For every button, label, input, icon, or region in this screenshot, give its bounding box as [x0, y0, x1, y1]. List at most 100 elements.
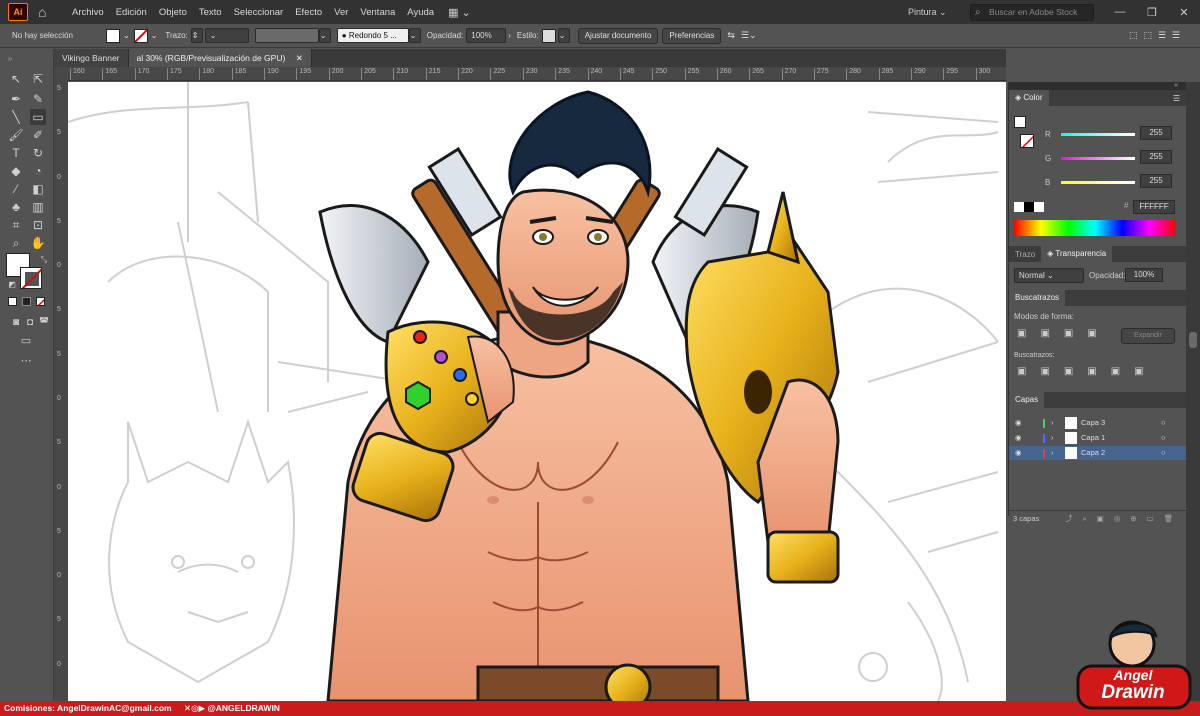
arrange-documents-icon[interactable]: ▦ ⌄ [448, 6, 471, 19]
stroke-weight-input[interactable]: ⌄ [204, 28, 249, 43]
target-circle-icon[interactable]: ○ [1161, 446, 1166, 460]
expand-arrow-icon[interactable]: › [1051, 446, 1054, 460]
gradient-mode-icon[interactable] [22, 297, 31, 306]
home-icon[interactable]: ⌂ [38, 4, 54, 20]
type-tool-icon[interactable]: T [8, 145, 24, 161]
b-value[interactable]: 255 [1140, 174, 1172, 188]
fill-swatch[interactable] [106, 28, 120, 43]
panel-collapse-icon[interactable]: « [1009, 82, 1186, 90]
tab-transparencia[interactable]: ◈ Transparencia [1041, 246, 1113, 262]
screen-mode-icon[interactable]: ▭ [18, 333, 34, 349]
layer-action-icons[interactable]: ⤴⌕▣◎⊕▭🗑 [1065, 511, 1183, 526]
rotate-tool-icon[interactable]: ↻ [30, 145, 46, 161]
selection-tool-icon[interactable]: ↖ [8, 71, 24, 87]
target-circle-icon[interactable]: ○ [1161, 431, 1166, 445]
align-icons[interactable]: ⬚⬚☰☰ [1129, 30, 1186, 41]
r-value[interactable]: 255 [1140, 126, 1172, 140]
layer-name[interactable]: Capa 1 [1081, 431, 1105, 445]
draw-inside-icon[interactable]: ◚ [36, 315, 52, 331]
artboard-canvas[interactable] [68, 82, 1006, 701]
stroke-color-icon[interactable] [20, 267, 42, 289]
slice-tool-icon[interactable]: ⊡ [30, 217, 46, 233]
expand-arrow-icon[interactable]: › [1051, 431, 1054, 445]
layer-name[interactable]: Capa 3 [1081, 416, 1105, 430]
variable-width-profile[interactable] [254, 28, 319, 43]
document-setup-button[interactable]: Ajustar documento [577, 27, 659, 44]
shaper-tool-icon[interactable]: ✐ [30, 127, 46, 143]
color-spectrum[interactable] [1014, 220, 1176, 236]
graphic-style-swatch[interactable] [541, 28, 556, 43]
paintbrush-tool-icon[interactable]: 🖌 [8, 127, 24, 143]
preferences-button[interactable]: Preferencias [662, 27, 722, 44]
more-options-icon[interactable]: ☰⌄ [741, 30, 757, 41]
swap-fill-stroke-icon[interactable]: ⤡ [36, 252, 52, 268]
tab-vikingo-banner[interactable]: Vikingo Banner [54, 49, 129, 67]
pathfinder-buttons[interactable]: ▣▣▣▣▣▣ [1017, 366, 1158, 377]
none-mode-icon[interactable] [36, 297, 45, 306]
color-tab[interactable]: ◈ Color [1009, 90, 1049, 106]
visibility-eye-icon[interactable]: ◉ [1015, 431, 1022, 445]
symbol-sprayer-tool-icon[interactable]: ♣ [8, 199, 24, 215]
expand-button[interactable]: Expandir [1121, 328, 1175, 344]
pen-tool-icon[interactable]: ✒ [8, 91, 24, 107]
curvature-tool-icon[interactable]: ✎ [30, 91, 46, 107]
minimize-icon[interactable]: — [1104, 6, 1136, 18]
menu-objeto[interactable]: Objeto [153, 7, 193, 18]
eyedropper-tool-icon[interactable]: ⁄ [8, 181, 24, 197]
shape-builder-tool-icon[interactable]: ◔ [30, 163, 46, 179]
color-swatches-mini[interactable] [1014, 202, 1044, 212]
restore-icon[interactable]: ❐ [1136, 6, 1168, 19]
close-icon[interactable]: ✕ [1168, 6, 1200, 19]
layer-row[interactable]: ◉ › Capa 3 ○ [1009, 416, 1186, 430]
blend-mode-select[interactable]: Normal ⌄ [1014, 268, 1084, 283]
menu-ventana[interactable]: Ventana [354, 7, 401, 18]
search-input[interactable]: ⌕ Buscar en Adobe Stock [970, 3, 1094, 21]
ruler-corner[interactable] [54, 67, 68, 81]
expand-arrow-icon[interactable]: › [1051, 416, 1054, 430]
r-slider[interactable] [1061, 133, 1135, 136]
layer-row[interactable]: ◉ › Capa 1 ○ [1009, 431, 1186, 445]
close-tab-icon[interactable]: ✕ [296, 53, 303, 63]
horizontal-ruler[interactable]: 160 165 170 175 180 185 190 195 200 205 210 215 220 2… [68, 67, 1006, 81]
tab-active-document[interactable]: al 30% (RGB/Previsualización de GPU) ✕ [128, 49, 312, 67]
direct-selection-tool-icon[interactable]: ⇱ [30, 71, 46, 87]
layer-name[interactable]: Capa 2 [1081, 446, 1105, 460]
visibility-eye-icon[interactable]: ◉ [1015, 446, 1022, 460]
target-circle-icon[interactable]: ○ [1161, 416, 1166, 430]
g-value[interactable]: 255 [1140, 150, 1172, 164]
opacity-panel-input[interactable]: 100% [1125, 268, 1163, 282]
menu-archivo[interactable]: Archivo [66, 7, 110, 18]
menu-ayuda[interactable]: Ayuda [401, 7, 440, 18]
workspace-switcher[interactable]: Pintura ⌄ [908, 7, 964, 18]
edit-toolbar-icon[interactable]: ⋯ [18, 353, 34, 369]
scrollbar-thumb[interactable] [1189, 332, 1197, 348]
graph-tool-icon[interactable]: ▥ [30, 199, 46, 215]
brush-dropdown-icon[interactable]: ⌄ [408, 28, 421, 43]
stroke-swatch[interactable] [133, 28, 148, 43]
shape-mode-buttons[interactable]: ▣▣▣▣ [1017, 328, 1111, 339]
hex-value[interactable]: FFFFFF [1133, 200, 1175, 214]
menu-ver[interactable]: Ver [328, 7, 354, 18]
tab-capas[interactable]: Capas [1009, 392, 1045, 408]
opacity-arrow-icon[interactable]: › [508, 31, 511, 40]
gradient-tool-icon[interactable]: ◧ [30, 181, 46, 197]
menu-edicion[interactable]: Edición [110, 7, 153, 18]
default-colors-icon[interactable]: ◩ [4, 277, 20, 293]
color-mode-icon[interactable] [8, 297, 17, 306]
menu-seleccionar[interactable]: Seleccionar [228, 7, 290, 18]
visibility-eye-icon[interactable]: ◉ [1015, 416, 1022, 430]
layer-row-selected[interactable]: ◉ › Capa 2 ○ [1009, 446, 1186, 460]
tab-trazo[interactable]: Trazo [1009, 250, 1041, 259]
stroke-weight-stepper[interactable]: ⇕ [190, 28, 203, 43]
color-stroke-icon[interactable] [1020, 134, 1034, 148]
color-fill-icon[interactable] [1014, 116, 1026, 128]
line-tool-icon[interactable]: ╲ [8, 109, 24, 125]
eraser-tool-icon[interactable]: ◆ [8, 163, 24, 179]
panel-collapse-icon[interactable]: » [2, 51, 18, 67]
b-slider[interactable] [1061, 181, 1135, 184]
arrange-icon[interactable]: ⇆ [727, 30, 735, 41]
panel-menu-icon[interactable]: ☰ [1173, 94, 1186, 103]
opacity-input[interactable]: 100% [466, 28, 507, 43]
rectangle-tool-icon[interactable]: ▭ [30, 109, 46, 125]
menu-efecto[interactable]: Efecto [289, 7, 328, 18]
